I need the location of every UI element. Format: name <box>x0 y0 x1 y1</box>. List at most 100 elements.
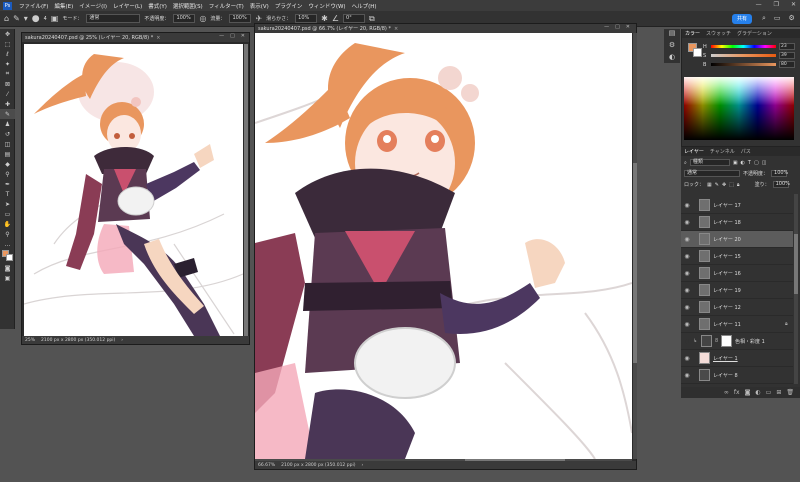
visibility-eye-icon[interactable]: ◉ <box>681 304 693 311</box>
brightness-value[interactable]: 80 <box>779 61 795 68</box>
layer-row[interactable]: ◉ レイヤー 8 <box>681 367 793 384</box>
filter-type-icon[interactable]: T <box>748 160 751 166</box>
menu-image[interactable]: イメージ(I) <box>76 2 110 10</box>
angle-field[interactable]: 0° <box>343 14 366 23</box>
visibility-eye-icon[interactable]: ◉ <box>681 236 693 243</box>
filter-shape-icon[interactable]: ▢ <box>754 160 759 166</box>
zoom-tool-icon[interactable]: ⚲ <box>0 229 15 239</box>
layer-row[interactable]: ◉ レイヤー 18 <box>681 214 793 231</box>
canvas-small[interactable] <box>24 44 243 336</box>
brush-settings-icon[interactable]: ▣ <box>51 14 59 23</box>
brightness-slider[interactable] <box>711 63 776 66</box>
canvas-large[interactable] <box>255 33 632 459</box>
type-tool-icon[interactable]: T <box>0 189 15 199</box>
crop-tool-icon[interactable]: ⌗ <box>0 69 15 79</box>
menu-edit[interactable]: 編集(E) <box>51 2 76 10</box>
search-icon[interactable]: ⌕ <box>762 14 766 23</box>
tab-channels[interactable]: チャンネル <box>710 148 735 155</box>
layer-row[interactable]: ◉ レイヤー 15 <box>681 248 793 265</box>
filter-adjust-icon[interactable]: ◐ <box>741 160 745 166</box>
more-tools-icon[interactable]: … <box>0 239 15 249</box>
close-icon[interactable]: ✕ <box>626 24 630 30</box>
tab-color[interactable]: カラー <box>685 30 700 37</box>
airbrush-icon[interactable]: ✈ <box>255 14 262 23</box>
brush-tool-icon[interactable]: ✎ <box>0 109 15 119</box>
color-swatches[interactable] <box>0 249 15 263</box>
maximize-icon[interactable]: □ <box>615 24 620 30</box>
delete-layer-icon[interactable]: 🗑︎ <box>786 389 794 396</box>
healing-tool-icon[interactable]: ✚ <box>0 99 15 109</box>
background-color-swatch[interactable] <box>693 48 702 57</box>
lock-all-icon[interactable]: 🔒︎ <box>737 182 740 188</box>
visibility-eye-icon[interactable]: ◉ <box>681 321 693 328</box>
menu-plugins[interactable]: プラグイン <box>272 2 306 10</box>
layer-filter-dropdown[interactable]: 種類 <box>689 159 730 166</box>
blend-mode-dropdown[interactable]: 通常 <box>684 170 740 177</box>
tab-gradients[interactable]: グラデーション <box>737 30 772 37</box>
home-icon[interactable]: ⌂ <box>4 14 9 23</box>
document-window-large[interactable]: sakura20240407.psd @ 66.7% (レイヤー 20, RGB… <box>254 23 637 470</box>
layer-row[interactable]: ◉ レイヤー 12 <box>681 299 793 316</box>
blur-tool-icon[interactable]: ◆ <box>0 159 15 169</box>
hue-value[interactable]: 23 <box>779 43 795 50</box>
chevron-right-icon[interactable]: › <box>361 463 363 468</box>
layer-row[interactable]: ◉ レイヤー 16 <box>681 265 793 282</box>
tab-layers[interactable]: レイヤー <box>684 148 704 155</box>
move-tool-icon[interactable]: ✥ <box>0 29 15 39</box>
lock-position-icon[interactable]: ✥ <box>722 182 726 188</box>
tab-paths[interactable]: パス <box>741 148 751 155</box>
visibility-eye-icon[interactable]: ◉ <box>681 219 693 226</box>
hand-tool-icon[interactable]: ✋ <box>0 219 15 229</box>
brush-tool-icon[interactable]: ✎ <box>13 14 20 23</box>
smoothing-field[interactable]: 10% <box>295 14 318 23</box>
background-color-swatch[interactable] <box>6 254 13 261</box>
eyedropper-tool-icon[interactable]: ⁄ <box>0 89 15 99</box>
filter-pixel-icon[interactable]: ▣ <box>733 160 738 166</box>
add-mask-icon[interactable]: ◙ <box>745 389 751 396</box>
workspace-icon[interactable]: ▭ <box>774 14 781 23</box>
layer-row[interactable]: ◉ レイヤー 1 <box>681 350 793 367</box>
share-button[interactable]: 共有 <box>732 14 752 24</box>
document-window-small[interactable]: sakura20240407.psd @ 25% (レイヤー 20, RGB/8… <box>21 32 250 345</box>
visibility-eye-icon[interactable]: ◉ <box>681 355 693 362</box>
layer-opacity-field[interactable]: 100% <box>771 170 788 177</box>
visibility-eye-icon[interactable]: ◉ <box>681 270 693 277</box>
layer-row[interactable]: ◉ レイヤー 19 <box>681 282 793 299</box>
brush-preset-icon[interactable]: ● <box>32 14 40 24</box>
adjustments-panel-icon[interactable]: ◐ <box>664 53 680 65</box>
close-icon[interactable]: ✕ <box>791 1 796 8</box>
visibility-eye-icon[interactable]: ◉ <box>681 372 693 379</box>
properties-panel-icon[interactable]: ⚙ <box>664 41 680 53</box>
new-layer-icon[interactable]: ⊞ <box>776 389 781 396</box>
opacity-field[interactable]: 100% <box>173 14 196 23</box>
flow-field[interactable]: 100% <box>229 14 252 23</box>
hue-slider[interactable] <box>711 45 776 48</box>
menu-select[interactable]: 選択範囲(S) <box>170 2 206 10</box>
layer-row[interactable]: ◉ レイヤー 11 🔒︎ <box>681 316 793 333</box>
screen-mode-icon[interactable]: ▣ <box>0 273 15 283</box>
smoothing-settings-icon[interactable]: ✱ <box>321 14 328 23</box>
quick-select-tool-icon[interactable]: ✦ <box>0 59 15 69</box>
pressure-opacity-icon[interactable]: ◎ <box>199 14 206 23</box>
color-spectrum[interactable] <box>684 77 794 140</box>
minimize-icon[interactable]: — <box>219 33 224 39</box>
clone-stamp-tool-icon[interactable]: ♟ <box>0 119 15 129</box>
menu-type[interactable]: 書式(Y) <box>145 2 170 10</box>
visibility-eye-icon[interactable]: ◉ <box>681 202 693 209</box>
filter-smart-icon[interactable]: ◫ <box>762 160 767 166</box>
layer-row[interactable]: ◉ レイヤー 17 <box>681 197 793 214</box>
eraser-tool-icon[interactable]: ◫ <box>0 139 15 149</box>
chevron-right-icon[interactable]: › <box>121 338 123 343</box>
adjustment-layer-row[interactable]: ◉ ↳ 8 色相・彩度 1 <box>681 333 793 350</box>
new-adjustment-icon[interactable]: ◐ <box>755 389 760 396</box>
visibility-eye-icon[interactable]: ◉ <box>681 287 693 294</box>
menu-view[interactable]: 表示(V) <box>247 2 272 10</box>
gradient-tool-icon[interactable]: ▤ <box>0 149 15 159</box>
close-tab-icon[interactable]: × <box>394 26 398 32</box>
tab-swatches[interactable]: スウォッチ <box>706 30 731 37</box>
layers-scrollbar[interactable] <box>794 194 798 384</box>
menu-file[interactable]: ファイル(F) <box>16 2 51 10</box>
menu-filter[interactable]: フィルター(T) <box>206 2 247 10</box>
menu-layer[interactable]: レイヤー(L) <box>110 2 145 10</box>
dodge-tool-icon[interactable]: ⚲ <box>0 169 15 179</box>
